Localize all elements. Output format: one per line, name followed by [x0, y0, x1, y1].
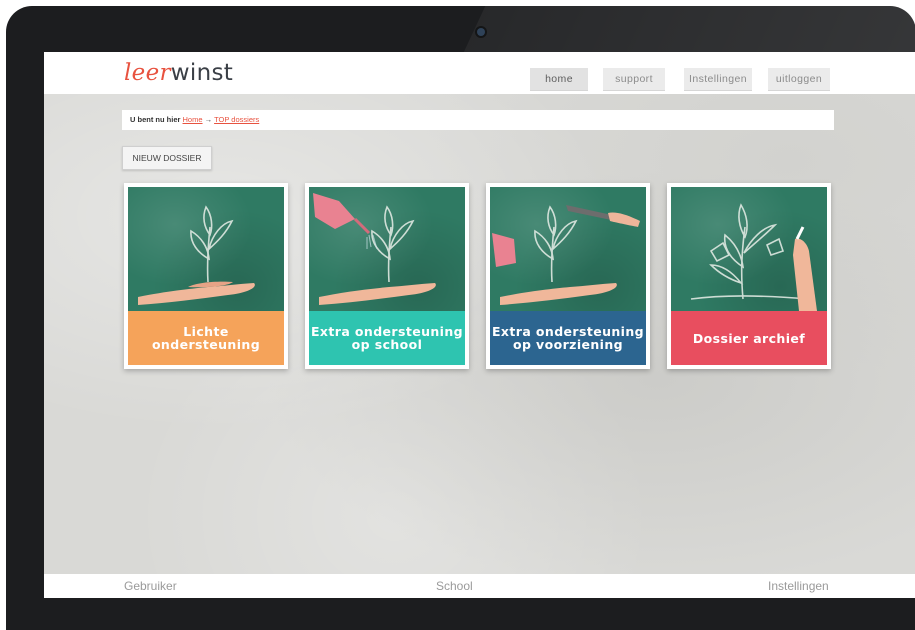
breadcrumb-prefix: U bent nu hier — [130, 115, 181, 124]
footer-instellingen[interactable]: Instellingen — [768, 574, 829, 598]
logo-accent: leer — [124, 60, 171, 86]
footer-gebruiker[interactable]: Gebruiker — [124, 574, 177, 598]
tile-dossier-archief[interactable]: Dossier archief — [667, 183, 831, 369]
tile-illustration — [671, 187, 827, 311]
breadcrumb-home-link[interactable]: Home — [183, 115, 203, 124]
nav-uitloggen[interactable]: uitloggen — [768, 68, 830, 91]
tile-label-line2: op school — [351, 337, 423, 352]
tile-label: Extra ondersteuning op voorziening — [490, 311, 646, 365]
new-dossier-button[interactable]: NIEUW DOSSIER — [122, 146, 212, 170]
breadcrumb: U bent nu hier Home → TOP dossiers — [122, 110, 834, 130]
tile-illustration — [309, 187, 465, 311]
top-bar: leerwinst home support Instellingen uitl… — [44, 52, 915, 94]
tile-label: Lichte ondersteuning — [128, 311, 284, 365]
app-screen: leerwinst home support Instellingen uitl… — [44, 52, 915, 598]
tile-extra-ondersteuning-op-voorziening[interactable]: Extra ondersteuning op voorziening — [486, 183, 650, 369]
tile-label: Dossier archief — [671, 311, 827, 365]
footer-bar: Gebruiker School Instellingen — [44, 574, 915, 598]
footer-school[interactable]: School — [436, 574, 473, 598]
laptop-bezel: leerwinst home support Instellingen uitl… — [6, 6, 915, 630]
nav-home[interactable]: home — [530, 68, 588, 91]
logo-rest: winst — [170, 60, 234, 86]
breadcrumb-arrow: → — [204, 115, 213, 124]
tile-label: Extra ondersteuning op school — [309, 311, 465, 365]
tile-label-line2: op voorziening — [512, 337, 624, 352]
tile-label-line1: Dossier archief — [692, 330, 806, 346]
tile-extra-ondersteuning-op-school[interactable]: Extra ondersteuning op school — [305, 183, 469, 369]
tile-lichte-ondersteuning[interactable]: Lichte ondersteuning — [124, 183, 288, 369]
camera-icon — [477, 28, 485, 36]
nav-instellingen[interactable]: Instellingen — [684, 68, 752, 91]
tile-label-line1: Lichte ondersteuning — [151, 324, 261, 352]
logo[interactable]: leerwinst — [124, 58, 233, 88]
nav-support[interactable]: support — [603, 68, 665, 91]
breadcrumb-current-link[interactable]: TOP dossiers — [214, 115, 259, 124]
tile-illustration — [490, 187, 646, 311]
tile-illustration — [128, 187, 284, 311]
